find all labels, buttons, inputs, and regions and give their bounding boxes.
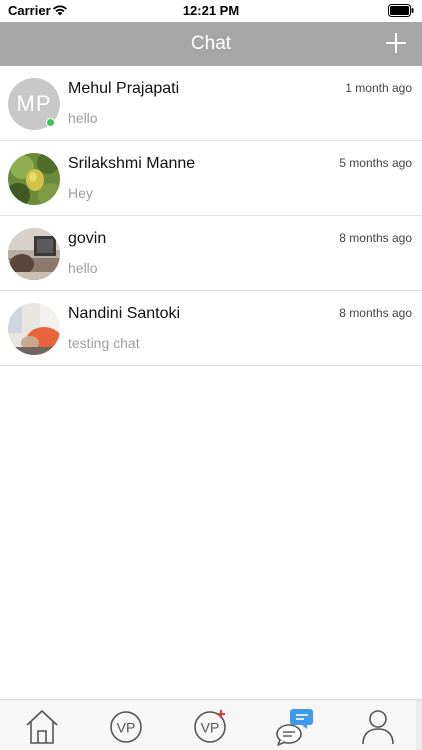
tab-profile[interactable] bbox=[358, 706, 398, 746]
chat-row-srilakshmi-manne[interactable]: Srilakshmi Manne Hey 5 months ago bbox=[0, 141, 422, 216]
profile-icon bbox=[362, 710, 394, 745]
chat-last-message: hello bbox=[68, 260, 98, 276]
vp-icon: VP bbox=[110, 711, 142, 743]
chat-name: Mehul Prajapati bbox=[68, 80, 180, 97]
tab-chat[interactable] bbox=[274, 706, 314, 746]
chat-name: govin bbox=[68, 230, 107, 247]
plus-icon bbox=[386, 33, 406, 53]
chat-name: Srilakshmi Manne bbox=[68, 155, 196, 172]
chat-row-govin[interactable]: govin hello 8 months ago bbox=[0, 216, 422, 291]
tab-bar-edge bbox=[416, 700, 422, 750]
avatar-photo bbox=[8, 303, 60, 355]
status-bar: Carrier 12:21 PM bbox=[0, 0, 422, 22]
avatar bbox=[8, 153, 60, 205]
tab-bar: VP VP bbox=[0, 699, 422, 750]
avatar-initials: MP bbox=[16, 91, 52, 116]
nav-bar: Chat bbox=[0, 22, 422, 66]
tab-vp[interactable]: VP bbox=[106, 706, 146, 746]
chat-last-message: hello bbox=[68, 110, 98, 126]
add-chat-button[interactable] bbox=[384, 31, 408, 55]
chat-last-message: testing chat bbox=[68, 335, 140, 351]
chat-timestamp: 8 months ago bbox=[339, 306, 412, 320]
vp-icon-label: VP bbox=[117, 720, 136, 736]
avatar-photo bbox=[8, 228, 60, 280]
chat-list: MP Mehul Prajapati hello 1 month ago Sri… bbox=[0, 66, 422, 366]
battery-icon bbox=[388, 4, 414, 17]
vp-add-icon: VP bbox=[194, 710, 226, 743]
avatar bbox=[8, 303, 60, 355]
avatar bbox=[8, 228, 60, 280]
chat-timestamp: 8 months ago bbox=[339, 231, 412, 245]
tab-home[interactable] bbox=[22, 706, 62, 746]
vp-add-icon-label: VP bbox=[201, 720, 220, 736]
chat-row-mehul-prajapati[interactable]: MP Mehul Prajapati hello 1 month ago bbox=[0, 66, 422, 141]
avatar-photo bbox=[8, 153, 60, 205]
chat-name: Nandini Santoki bbox=[68, 305, 181, 322]
status-time: 12:21 PM bbox=[182, 3, 240, 18]
chat-row-nandini-santoki[interactable]: Nandini Santoki testing chat 8 months ag… bbox=[0, 291, 422, 366]
chat-last-message: Hey bbox=[68, 185, 93, 201]
home-icon bbox=[26, 710, 58, 744]
chat-timestamp: 5 months ago bbox=[339, 156, 412, 170]
tab-vp-add[interactable]: VP bbox=[190, 706, 230, 746]
page-title: Chat bbox=[190, 33, 232, 54]
online-indicator bbox=[46, 118, 55, 127]
chat-timestamp: 1 month ago bbox=[345, 81, 412, 95]
chat-icon bbox=[276, 709, 313, 746]
